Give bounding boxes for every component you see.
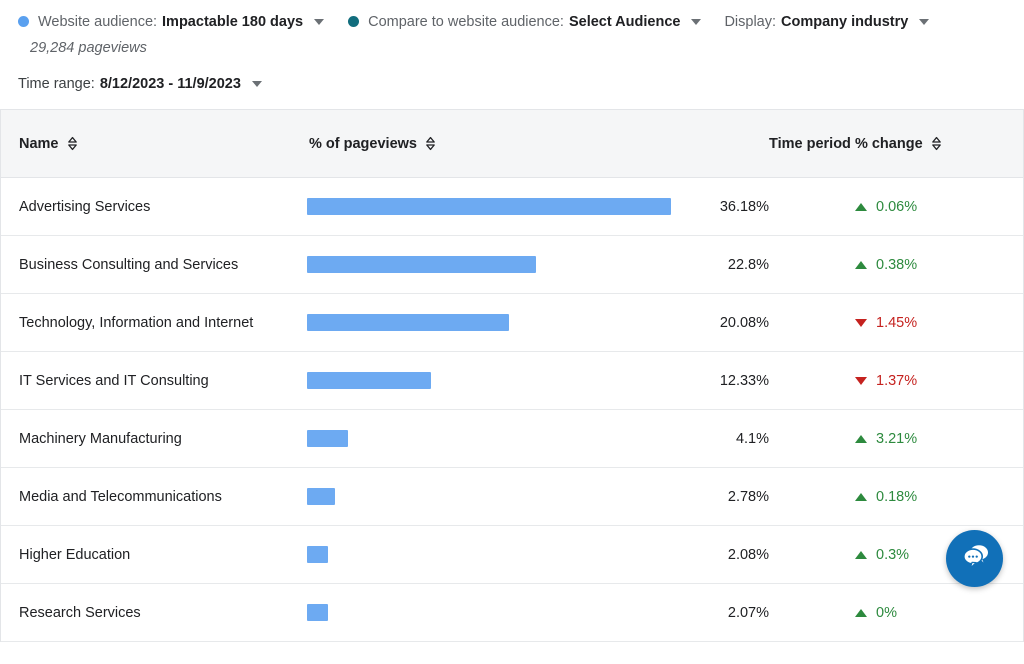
row-pct-label: 12.33% bbox=[719, 372, 769, 389]
filter-value: Select Audience bbox=[568, 13, 681, 30]
table-row[interactable]: Machinery Manufacturing 4.1% 3.21% bbox=[1, 410, 1023, 468]
filter-value: Company industry bbox=[781, 13, 909, 30]
chevron-down-icon[interactable] bbox=[919, 18, 930, 25]
row-change-label: 0% bbox=[876, 604, 897, 621]
time-range-label: Time range: bbox=[18, 76, 95, 92]
table-row[interactable]: Business Consulting and Services 22.8% 0.3… bbox=[1, 236, 1023, 294]
row-change-label: 0.06% bbox=[876, 198, 918, 215]
row-industry-name: Advertising Services bbox=[19, 198, 151, 215]
row-bar-cell bbox=[307, 430, 685, 447]
chat-bubbles-icon bbox=[960, 542, 990, 575]
column-header-time-period-change[interactable]: Time period % change bbox=[769, 136, 1007, 152]
trend-down-icon bbox=[855, 376, 867, 385]
filter-label: Website audience: bbox=[38, 13, 158, 30]
row-bar bbox=[307, 430, 349, 447]
chat-widget-button[interactable] bbox=[946, 530, 1003, 587]
table-row[interactable]: Media and Telecommunications 2.78% 0.18% bbox=[1, 468, 1023, 526]
filter-compare-audience[interactable]: Compare to website audience: Select Audi… bbox=[348, 13, 702, 30]
row-change-label: 1.37% bbox=[876, 372, 918, 389]
table-row[interactable]: Higher Education 2.08% 0.3% bbox=[1, 526, 1023, 584]
chevron-down-icon[interactable] bbox=[691, 18, 702, 25]
row-bar-cell bbox=[307, 314, 685, 331]
table-row[interactable]: Advertising Services 36.18% 0.06% bbox=[1, 178, 1023, 236]
row-bar bbox=[307, 256, 537, 273]
chevron-down-icon[interactable] bbox=[251, 81, 262, 87]
row-bar bbox=[307, 314, 509, 331]
filter-label: Compare to website audience: bbox=[368, 13, 564, 30]
row-pct-label: 22.8% bbox=[727, 256, 769, 273]
sort-icon[interactable] bbox=[931, 136, 942, 151]
row-bar bbox=[307, 546, 328, 563]
row-change-label: 1.45% bbox=[876, 314, 918, 331]
column-header-name[interactable]: Name bbox=[1, 136, 309, 152]
filter-display[interactable]: Display: Company industry bbox=[724, 13, 930, 30]
audience-dot-icon bbox=[18, 16, 29, 27]
row-industry-name: Machinery Manufacturing bbox=[19, 430, 182, 447]
row-pct-label: 2.07% bbox=[727, 604, 769, 621]
sort-icon[interactable] bbox=[67, 136, 78, 151]
column-header-label: Time period % change bbox=[769, 135, 923, 152]
row-industry-name: IT Services and IT Consulting bbox=[19, 372, 209, 389]
pageviews-summary: 29,284 pageviews bbox=[30, 40, 147, 56]
row-industry-name: Business Consulting and Services bbox=[19, 256, 239, 273]
row-change-label: 0.3% bbox=[876, 546, 910, 563]
trend-up-icon bbox=[855, 550, 867, 559]
row-pct-label: 4.1% bbox=[735, 430, 769, 447]
row-pct-label: 36.18% bbox=[719, 198, 769, 215]
table-body: Advertising Services 36.18% 0.06% Business … bbox=[1, 178, 1023, 642]
industry-table: Name % of pageviews Time period % change bbox=[0, 109, 1024, 642]
row-bar-cell bbox=[307, 256, 685, 273]
time-range-selector[interactable]: Time range: 8/12/2023 - 11/9/2023 bbox=[0, 56, 1024, 92]
row-industry-name: Research Services bbox=[19, 604, 141, 621]
row-bar-cell bbox=[307, 604, 685, 621]
row-bar-cell bbox=[307, 546, 685, 563]
compare-audience-dot-icon bbox=[348, 16, 360, 27]
row-bar-cell bbox=[307, 372, 685, 389]
row-change-cell: 0.06% bbox=[769, 199, 917, 215]
trend-up-icon bbox=[855, 202, 867, 211]
column-header-pct-pageviews[interactable]: % of pageviews bbox=[309, 136, 769, 152]
row-bar bbox=[307, 604, 328, 621]
table-row[interactable]: IT Services and IT Consulting 12.33% 1.37% bbox=[1, 352, 1023, 410]
row-pct-label: 20.08% bbox=[719, 314, 769, 331]
row-bar bbox=[307, 488, 335, 505]
table-row[interactable]: Research Services 2.07% 0% bbox=[1, 584, 1023, 642]
row-bar-cell bbox=[307, 198, 685, 215]
row-change-label: 0.38% bbox=[876, 256, 918, 273]
trend-up-icon bbox=[855, 608, 867, 617]
chevron-down-icon[interactable] bbox=[314, 18, 325, 25]
filter-website-audience[interactable]: Website audience: Impactable 180 days bbox=[18, 13, 325, 30]
row-industry-name: Technology, Information and Internet bbox=[19, 314, 254, 331]
filter-bar: Website audience: Impactable 180 days Co… bbox=[0, 0, 1024, 30]
time-range-value: 8/12/2023 - 11/9/2023 bbox=[99, 76, 241, 92]
row-change-cell: 0% bbox=[769, 605, 897, 621]
trend-up-icon bbox=[855, 260, 867, 269]
row-change-cell: 0.18% bbox=[769, 489, 917, 505]
row-change-label: 3.21% bbox=[876, 430, 918, 447]
trend-up-icon bbox=[855, 434, 867, 443]
trend-down-icon bbox=[855, 318, 867, 327]
trend-up-icon bbox=[855, 492, 867, 501]
row-change-cell: 0.3% bbox=[769, 547, 909, 563]
row-industry-name: Higher Education bbox=[19, 546, 131, 563]
row-change-cell: 1.45% bbox=[769, 315, 917, 331]
row-change-cell: 0.38% bbox=[769, 257, 917, 273]
table-row[interactable]: Technology, Information and Internet 20.0… bbox=[1, 294, 1023, 352]
row-bar bbox=[307, 372, 431, 389]
row-bar-cell bbox=[307, 488, 685, 505]
filter-value: Impactable 180 days bbox=[162, 13, 304, 30]
sort-icon[interactable] bbox=[425, 136, 436, 151]
column-header-label: Name bbox=[19, 135, 59, 152]
column-header-label: % of pageviews bbox=[309, 135, 417, 152]
filter-label: Display: bbox=[724, 13, 777, 30]
table-header-row: Name % of pageviews Time period % change bbox=[1, 110, 1023, 178]
row-pct-label: 2.08% bbox=[727, 546, 769, 563]
row-change-label: 0.18% bbox=[876, 488, 918, 505]
row-bar bbox=[307, 198, 671, 215]
row-industry-name: Media and Telecommunications bbox=[19, 488, 222, 505]
row-change-cell: 3.21% bbox=[769, 431, 917, 447]
row-change-cell: 1.37% bbox=[769, 373, 917, 389]
row-pct-label: 2.78% bbox=[727, 488, 769, 505]
